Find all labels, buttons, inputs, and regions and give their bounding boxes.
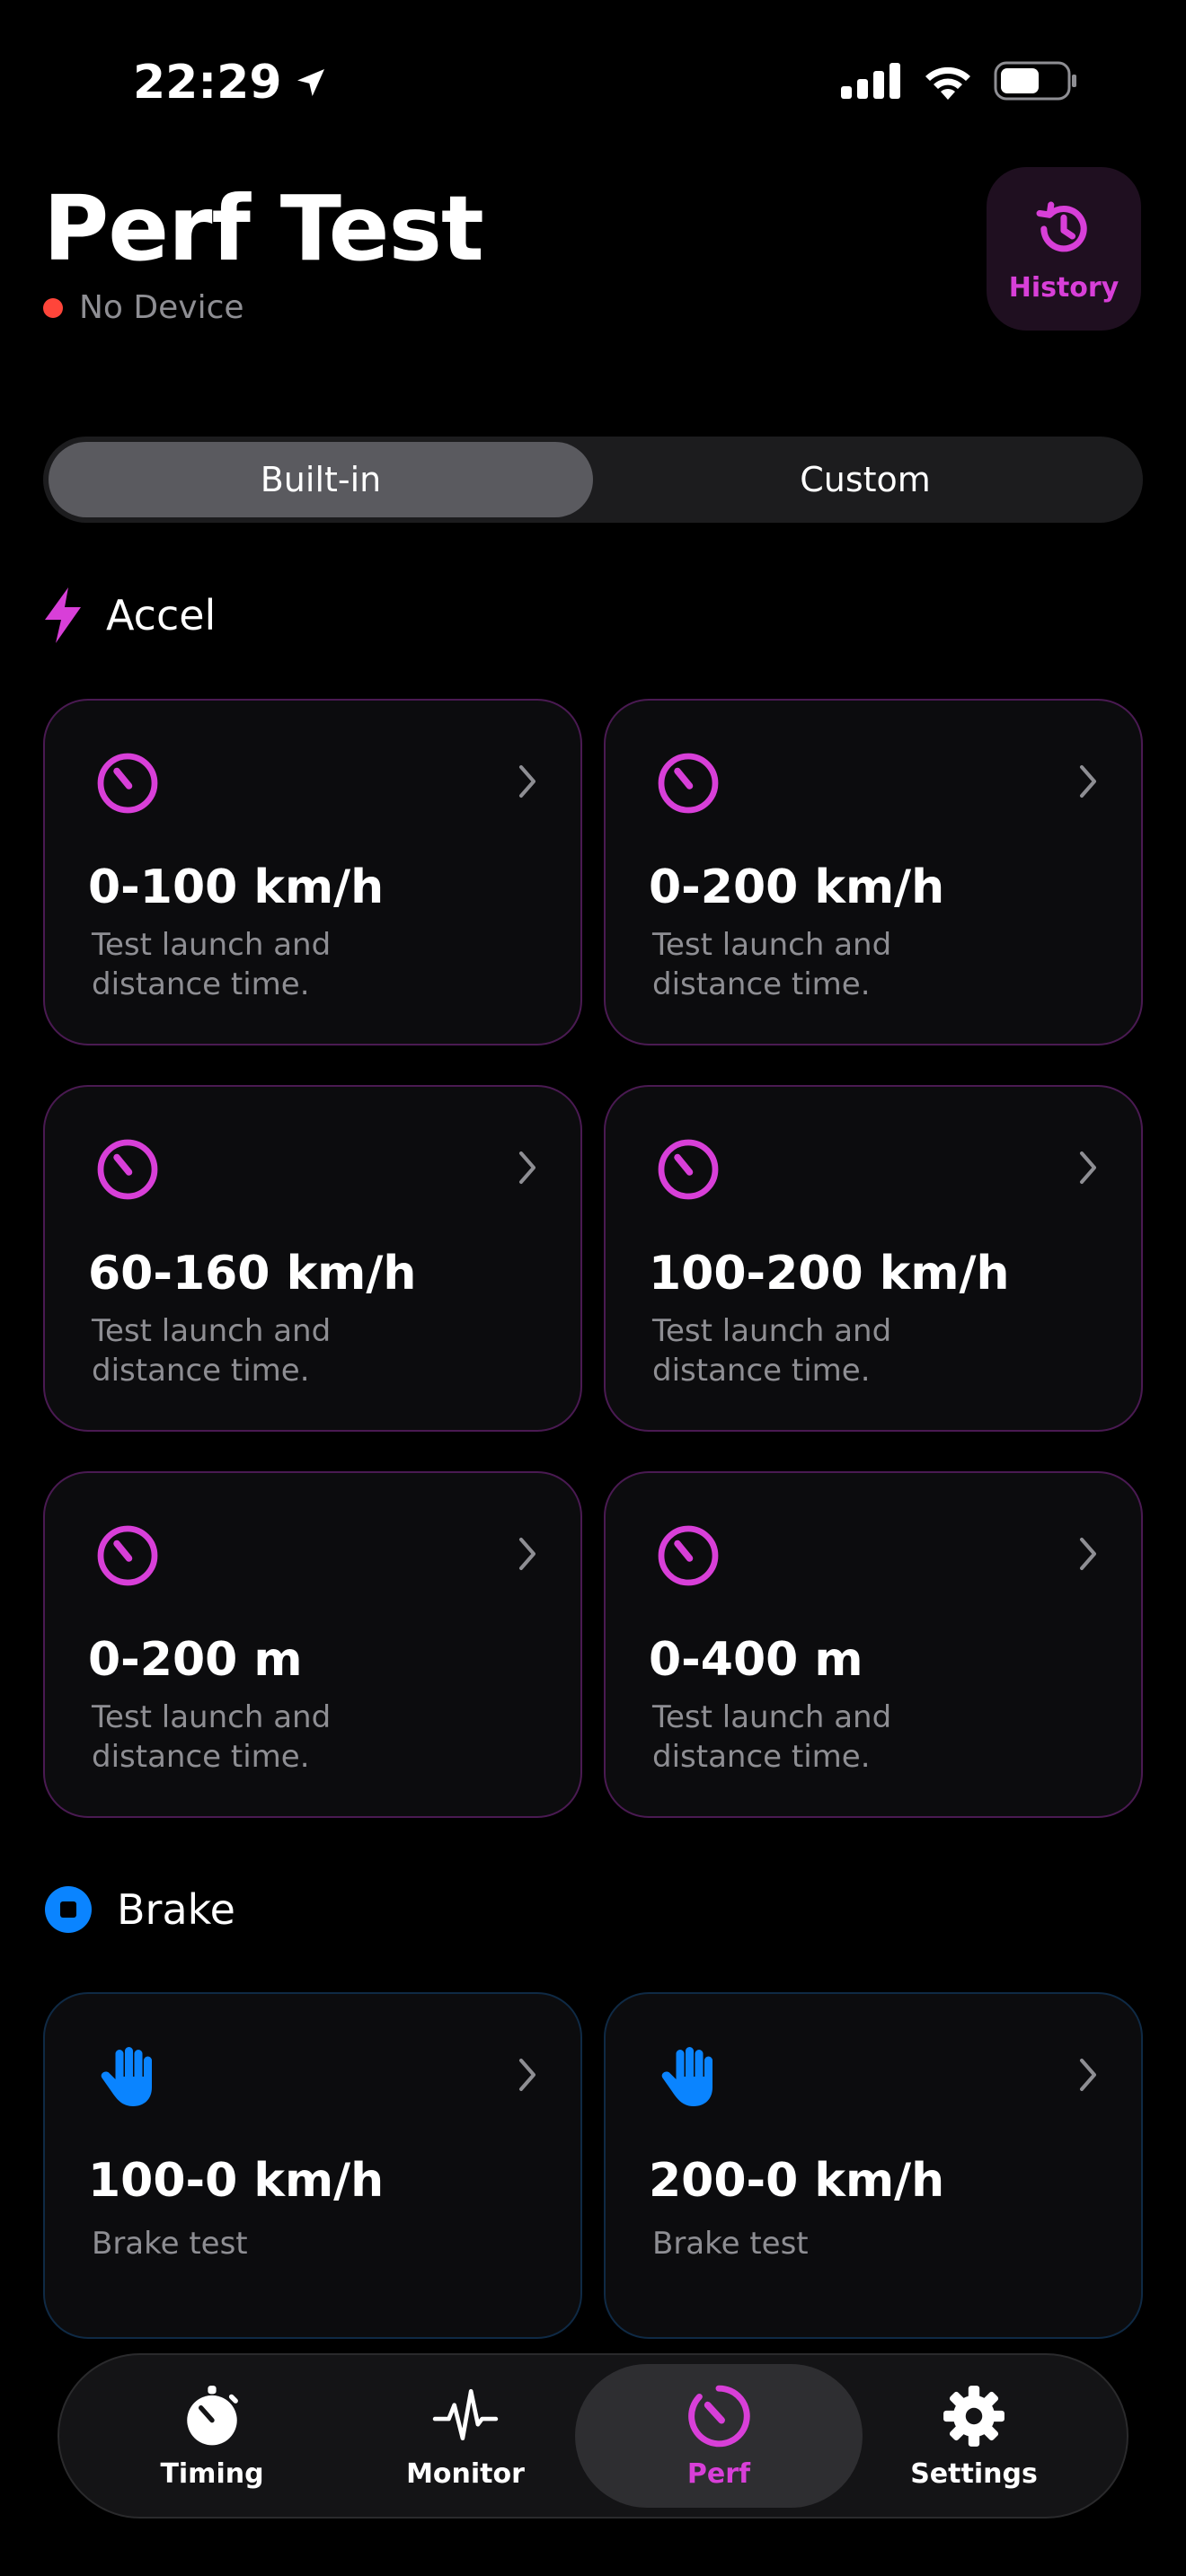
card-title: 0-200 m — [88, 1633, 303, 1687]
connection-status-dot — [43, 297, 63, 318]
card-title: 0-100 km/h — [88, 860, 385, 914]
tab-timing[interactable]: Timing — [68, 2364, 356, 2508]
segmented-control: Built-in Custom — [43, 437, 1143, 523]
section-header-accel: Accel — [43, 587, 216, 643]
tab-bar: Timing Monitor Perf Settings — [58, 2353, 1128, 2519]
tab-label-settings: Settings — [910, 2457, 1038, 2490]
history-button[interactable]: History — [987, 167, 1141, 331]
brake-test-card[interactable]: 100-0 km/h Brake test — [43, 1992, 582, 2339]
page-title: Perf Test — [43, 176, 484, 281]
speedometer-icon — [97, 1139, 158, 1200]
chevron-right-icon — [1080, 2059, 1096, 2091]
status-time: 22:29 — [133, 56, 329, 110]
accel-test-card[interactable]: 100-200 km/h Test launch and distance tim… — [604, 1085, 1143, 1432]
card-title: 100-0 km/h — [88, 2154, 385, 2208]
card-description: Test launch and distance time. — [652, 1313, 892, 1389]
card-description: Test launch and distance time. — [92, 1699, 332, 1775]
accel-test-card[interactable]: 0-200 km/h Test launch and distance time. — [604, 699, 1143, 1045]
speedometer-icon — [97, 753, 158, 814]
wifi-icon — [925, 66, 970, 100]
chevron-right-icon — [1080, 765, 1096, 798]
card-description: Test launch and distance time. — [652, 1699, 892, 1775]
gear-icon — [943, 2385, 1005, 2447]
speedometer-icon — [658, 753, 719, 814]
card-description: Test launch and distance time. — [652, 927, 892, 1002]
chevron-right-icon — [519, 1538, 535, 1570]
status-time-text: 22:29 — [133, 56, 282, 110]
speedometer-icon — [688, 2385, 750, 2447]
status-indicators — [841, 61, 1078, 101]
card-title: 100-200 km/h — [649, 1247, 1010, 1301]
tab-monitor[interactable]: Monitor — [322, 2364, 609, 2508]
stop-circle-icon — [45, 1886, 92, 1933]
card-description: Brake test — [652, 2226, 809, 2262]
hand-stop-icon — [661, 2047, 712, 2106]
accel-test-card[interactable]: 0-100 km/h Test launch and distance time. — [43, 699, 582, 1045]
lightning-bolt-icon — [45, 587, 81, 643]
pulse-icon — [432, 2388, 499, 2440]
speedometer-icon — [658, 1139, 719, 1200]
card-title: 200-0 km/h — [649, 2154, 945, 2208]
card-description: Test launch and distance time. — [92, 1313, 332, 1389]
device-status: No Device — [43, 289, 244, 326]
card-title: 0-200 km/h — [649, 860, 945, 914]
chevron-right-icon — [519, 2059, 535, 2091]
segment-built-in[interactable]: Built-in — [49, 442, 593, 517]
tab-label-timing: Timing — [160, 2457, 264, 2490]
speedometer-icon — [658, 1525, 719, 1586]
chevron-right-icon — [519, 765, 535, 798]
tab-label-monitor: Monitor — [406, 2457, 525, 2490]
stopwatch-icon — [187, 2385, 238, 2445]
speedometer-icon — [97, 1525, 158, 1586]
status-bar: 22:29 — [0, 0, 1186, 171]
tab-perf[interactable]: Perf — [575, 2364, 863, 2508]
section-header-brake: Brake — [43, 1884, 235, 1935]
chevron-right-icon — [519, 1151, 535, 1184]
history-clock-icon — [1036, 201, 1087, 251]
location-arrow-icon — [296, 69, 324, 96]
section-title-accel: Accel — [106, 591, 217, 640]
card-description: Brake test — [92, 2226, 248, 2262]
brake-test-card[interactable]: 200-0 km/h Brake test — [604, 1992, 1143, 2339]
cellular-signal-icon — [841, 63, 900, 99]
tab-label-perf: Perf — [686, 2457, 751, 2490]
card-title: 60-160 km/h — [88, 1247, 417, 1301]
chevron-right-icon — [1080, 1538, 1096, 1570]
accel-test-card[interactable]: 60-160 km/h Test launch and distance time… — [43, 1085, 582, 1432]
hand-stop-icon — [101, 2047, 152, 2106]
device-status-text: No Device — [79, 289, 244, 326]
card-title: 0-400 m — [649, 1633, 863, 1687]
battery-icon — [994, 61, 1076, 101]
accel-test-card[interactable]: 0-400 m Test launch and distance time. — [604, 1471, 1143, 1818]
history-label: History — [1008, 271, 1120, 304]
section-title-brake: Brake — [117, 1885, 235, 1934]
segment-custom[interactable]: Custom — [593, 442, 1137, 517]
card-description: Test launch and distance time. — [92, 927, 332, 1002]
chevron-right-icon — [1080, 1151, 1096, 1184]
accel-test-card[interactable]: 0-200 m Test launch and distance time. — [43, 1471, 582, 1818]
tab-settings[interactable]: Settings — [830, 2364, 1118, 2508]
